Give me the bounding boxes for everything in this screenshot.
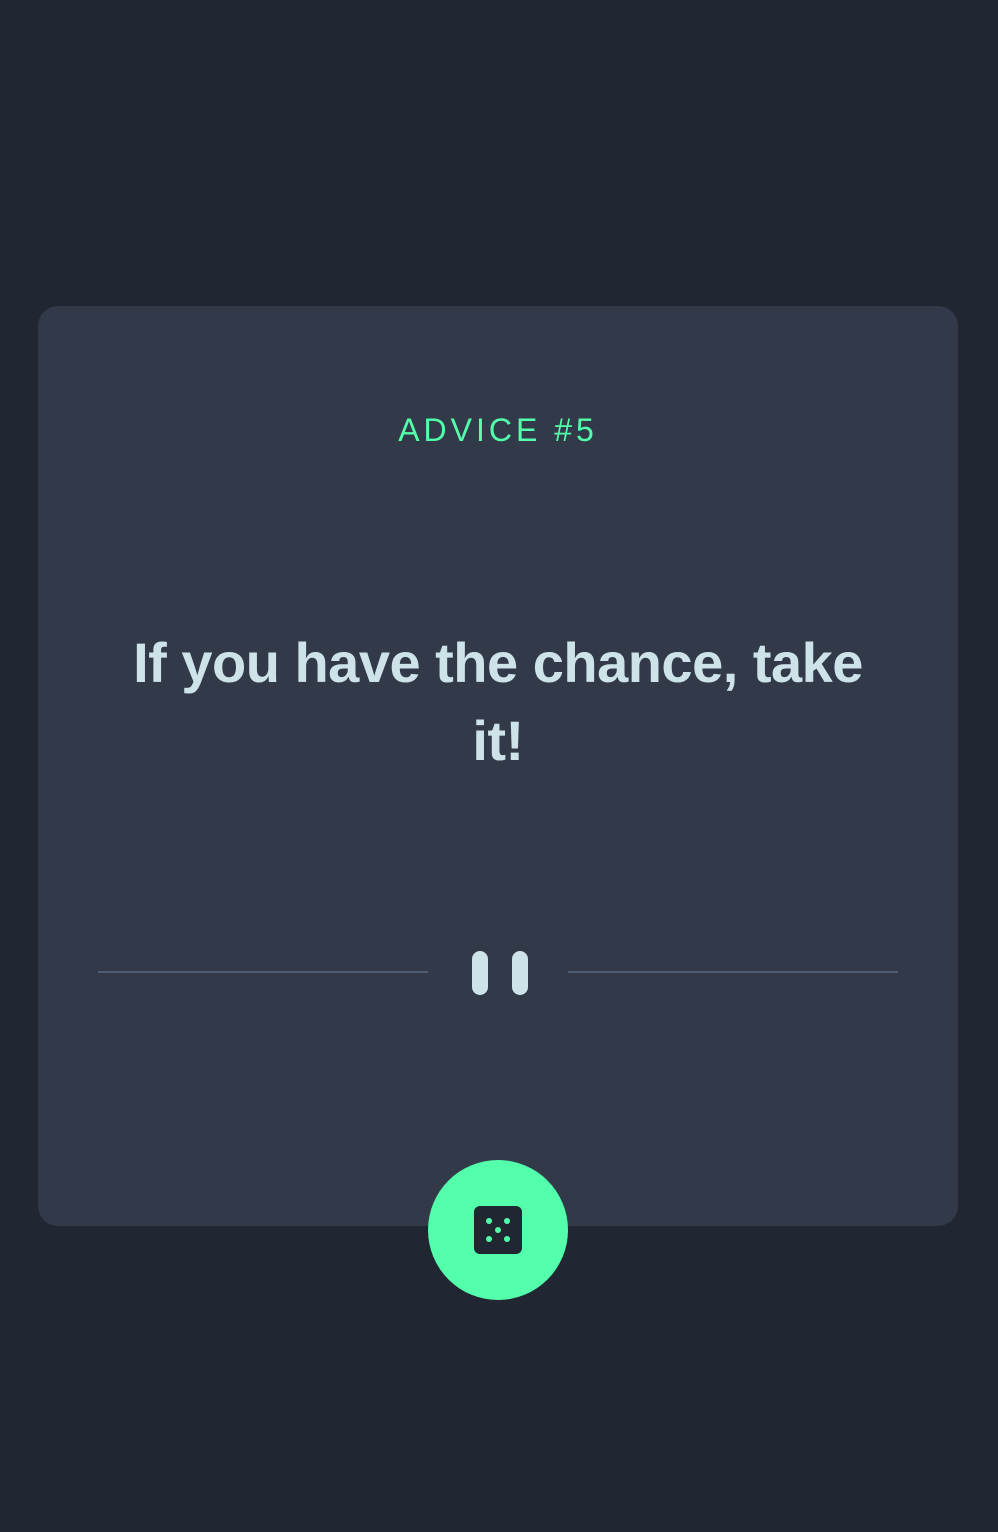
advice-quote: If you have the chance, take it! [133,631,863,772]
dice-icon [474,1206,522,1254]
dice-pip [504,1236,510,1242]
divider-line-right [568,971,898,973]
dice-pip [486,1218,492,1224]
pause-bar-left [472,951,488,995]
page: ADVICE #5 If you have the chance, take i… [0,0,998,1532]
pattern-divider [98,946,898,995]
divider-line-left [98,971,428,973]
dice-pip [495,1227,501,1233]
pause-bar-right [512,951,528,995]
advice-card: ADVICE #5 If you have the chance, take i… [38,306,958,1226]
dice-pip [486,1236,492,1242]
advice-id-label: ADVICE #5 [398,412,598,448]
pause-icon [472,951,528,995]
generate-advice-button[interactable] [428,1160,568,1300]
dice-pip [504,1218,510,1224]
